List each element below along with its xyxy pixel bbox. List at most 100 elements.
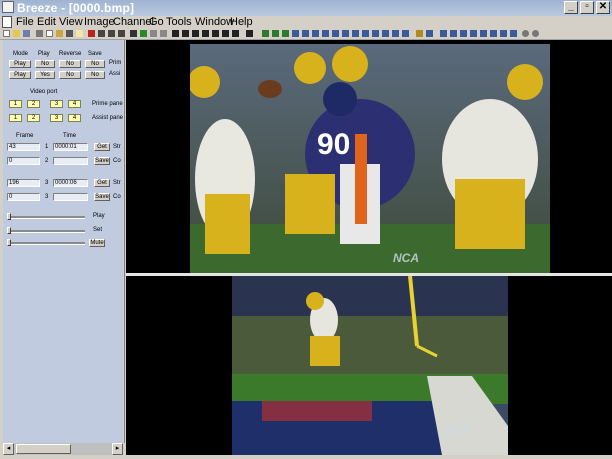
sync-icon[interactable] (392, 30, 399, 37)
fast-rewind-icon[interactable] (192, 30, 199, 37)
play-slider-track[interactable] (8, 216, 85, 219)
view-6-icon[interactable] (490, 30, 497, 37)
open-icon[interactable] (13, 30, 20, 37)
assist-save-button[interactable]: No (85, 71, 105, 79)
scroll-left-arrow-icon[interactable]: ◂ (3, 443, 14, 455)
zoom-in-icon[interactable] (522, 30, 529, 37)
pause-icon[interactable] (202, 30, 209, 37)
get-button-1[interactable]: Get (94, 143, 110, 151)
frame-field-1[interactable]: 43 (7, 143, 40, 151)
assist-pane-4-button[interactable]: 4 (68, 114, 81, 122)
channel-icon[interactable] (262, 30, 269, 37)
play-icon[interactable] (140, 30, 147, 37)
assist-pane-1-button[interactable]: 1 (9, 114, 22, 122)
frame-field-4[interactable]: 0 (7, 193, 40, 201)
app-icon[interactable] (2, 1, 14, 13)
prime-pane-3-button[interactable]: 3 (50, 100, 63, 108)
new-icon[interactable] (3, 30, 10, 37)
view-1-icon[interactable] (440, 30, 447, 37)
menu-view[interactable]: View (59, 16, 83, 28)
next-icon[interactable] (222, 30, 229, 37)
menu-edit[interactable]: Edit (37, 16, 56, 28)
export-icon[interactable] (362, 30, 369, 37)
prime-video-view[interactable]: NCA 90 (126, 40, 612, 273)
assist-mode-button[interactable]: Play (9, 71, 31, 79)
view-2-icon[interactable] (450, 30, 457, 37)
set-slider-thumb[interactable] (7, 227, 11, 234)
record-icon[interactable] (88, 30, 95, 37)
split-icon[interactable] (292, 30, 299, 37)
cut-icon[interactable] (36, 30, 43, 37)
menu-window[interactable]: Window (195, 16, 234, 28)
save-button-2[interactable]: Save (94, 157, 110, 165)
merge-icon[interactable] (302, 30, 309, 37)
settings-icon[interactable] (342, 30, 349, 37)
prime-reverse-button[interactable]: No (59, 60, 81, 68)
assist-play-button[interactable]: Yes (35, 71, 55, 79)
menu-go[interactable]: Go (149, 16, 164, 28)
menu-help[interactable]: Help (230, 16, 253, 28)
capture-icon[interactable] (382, 30, 389, 37)
end-icon[interactable] (246, 30, 253, 37)
last-frame-icon[interactable] (232, 30, 239, 37)
rewind-icon[interactable] (118, 30, 125, 37)
menu-tools[interactable]: Tools (166, 16, 192, 28)
layout-icon[interactable] (282, 30, 289, 37)
scroll-right-arrow-icon[interactable]: ▸ (112, 443, 123, 455)
image-icon[interactable] (416, 30, 423, 37)
get-button-3[interactable]: Get (94, 179, 110, 187)
copy-icon[interactable] (46, 30, 53, 37)
prime-play-button[interactable]: No (35, 60, 55, 68)
prime-pane-1-button[interactable]: 1 (9, 100, 22, 108)
tool-icon[interactable] (332, 30, 339, 37)
time-field-1[interactable]: 0000:01 (53, 143, 88, 151)
print-icon[interactable] (66, 30, 73, 37)
step-forward-icon[interactable] (108, 30, 115, 37)
time-field-2[interactable] (53, 157, 88, 165)
horizontal-scrollbar[interactable]: ◂ ▸ (3, 443, 123, 455)
view-5-icon[interactable] (480, 30, 487, 37)
page-icon[interactable] (426, 30, 433, 37)
time-field-3[interactable]: 0000:06 (53, 179, 88, 187)
menu-image[interactable]: Image (84, 16, 115, 28)
help-icon[interactable] (76, 30, 83, 37)
import-icon[interactable] (372, 30, 379, 37)
frame-field-2[interactable]: 0 (7, 157, 40, 165)
previous-icon[interactable] (182, 30, 189, 37)
prime-mode-button[interactable]: Play (9, 60, 31, 68)
mute-button[interactable]: Mute (89, 239, 105, 247)
view-3-icon[interactable] (460, 30, 467, 37)
close-button[interactable]: ✕ (596, 1, 610, 14)
volume-slider-track[interactable] (8, 242, 85, 245)
paste-icon[interactable] (56, 30, 63, 37)
minimize-button[interactable]: _ (564, 1, 578, 14)
frame-next-icon[interactable] (160, 30, 167, 37)
assist-reverse-button[interactable]: No (59, 71, 81, 79)
save-button-4[interactable]: Save (94, 193, 110, 201)
time-field-4[interactable] (53, 193, 88, 201)
prime-pane-2-button[interactable]: 2 (27, 100, 40, 108)
frame-field-3[interactable]: 196 (7, 179, 40, 187)
zoom-out-icon[interactable] (532, 30, 539, 37)
document-icon[interactable] (2, 16, 12, 28)
set-slider-track[interactable] (8, 230, 85, 233)
assist-pane-2-button[interactable]: 2 (27, 114, 40, 122)
view-4-icon[interactable] (470, 30, 477, 37)
assist-video-view[interactable]: NCA (126, 276, 612, 455)
maximize-button[interactable]: ▫ (580, 1, 594, 14)
assist-pane-3-button[interactable]: 3 (50, 114, 63, 122)
save-icon[interactable] (23, 30, 30, 37)
step-back-icon[interactable] (98, 30, 105, 37)
prime-pane-4-button[interactable]: 4 (68, 100, 81, 108)
filter-icon[interactable] (352, 30, 359, 37)
stop-icon[interactable] (130, 30, 137, 37)
prime-save-button[interactable]: No (85, 60, 105, 68)
menu-channel[interactable]: Channel (113, 16, 154, 28)
frame-icon[interactable] (150, 30, 157, 37)
mark-icon[interactable] (402, 30, 409, 37)
tile-icon[interactable] (312, 30, 319, 37)
grid-icon[interactable] (322, 30, 329, 37)
view-7-icon[interactable] (500, 30, 507, 37)
first-frame-icon[interactable] (172, 30, 179, 37)
menu-file[interactable]: File (16, 16, 34, 28)
